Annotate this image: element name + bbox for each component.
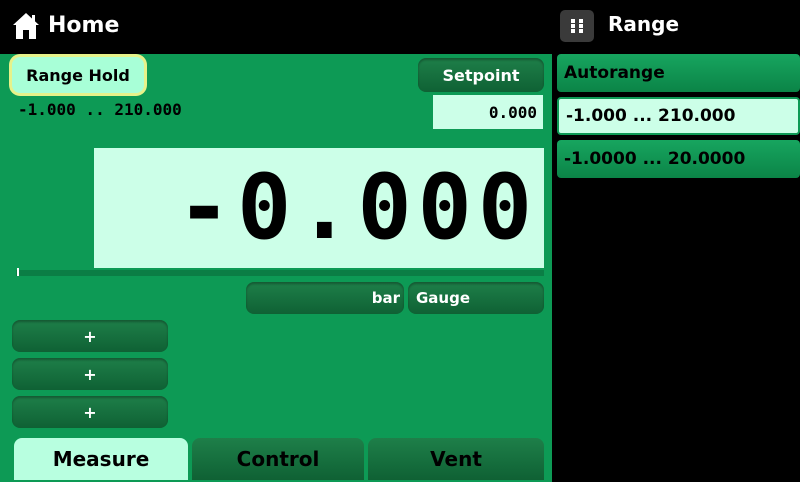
range-bar-marker bbox=[17, 268, 19, 276]
range-hold-button[interactable]: Range Hold bbox=[12, 57, 144, 93]
grid-menu-icon[interactable] bbox=[560, 10, 594, 42]
unit-button[interactable]: bar bbox=[246, 282, 404, 314]
header-right: Range bbox=[552, 0, 800, 54]
header-left: Home bbox=[0, 0, 552, 54]
setpoint-button[interactable]: Setpoint bbox=[418, 58, 544, 92]
setpoint-value[interactable]: 0.000 bbox=[433, 95, 543, 129]
pressure-display: -0.000 bbox=[94, 148, 544, 268]
active-range-text: -1.000 .. 210.000 bbox=[18, 100, 182, 119]
app-window: Home Range Range Hold Setpoint -1.000 ..… bbox=[0, 0, 800, 482]
range-panel-title: Range bbox=[608, 12, 680, 36]
range-item-1[interactable]: -1.000 ... 210.000 bbox=[557, 97, 800, 135]
page-title: Home bbox=[48, 13, 120, 38]
measure-panel: Range Hold Setpoint -1.000 .. 210.000 0.… bbox=[0, 54, 552, 482]
tab-vent[interactable]: Vent bbox=[368, 438, 544, 480]
tab-control[interactable]: Control bbox=[192, 438, 364, 480]
add-button-3[interactable]: + bbox=[12, 396, 168, 428]
add-button-1[interactable]: + bbox=[12, 320, 168, 352]
measurement-type-button[interactable]: Gauge bbox=[408, 282, 544, 314]
range-bar bbox=[16, 270, 544, 276]
home-icon[interactable] bbox=[12, 11, 40, 41]
range-item-autorange[interactable]: Autorange bbox=[557, 54, 800, 92]
range-item-2[interactable]: -1.0000 ... 20.0000 bbox=[557, 140, 800, 178]
add-button-2[interactable]: + bbox=[12, 358, 168, 390]
tab-measure[interactable]: Measure bbox=[14, 438, 188, 480]
pressure-reading: -0.000 bbox=[176, 155, 538, 260]
